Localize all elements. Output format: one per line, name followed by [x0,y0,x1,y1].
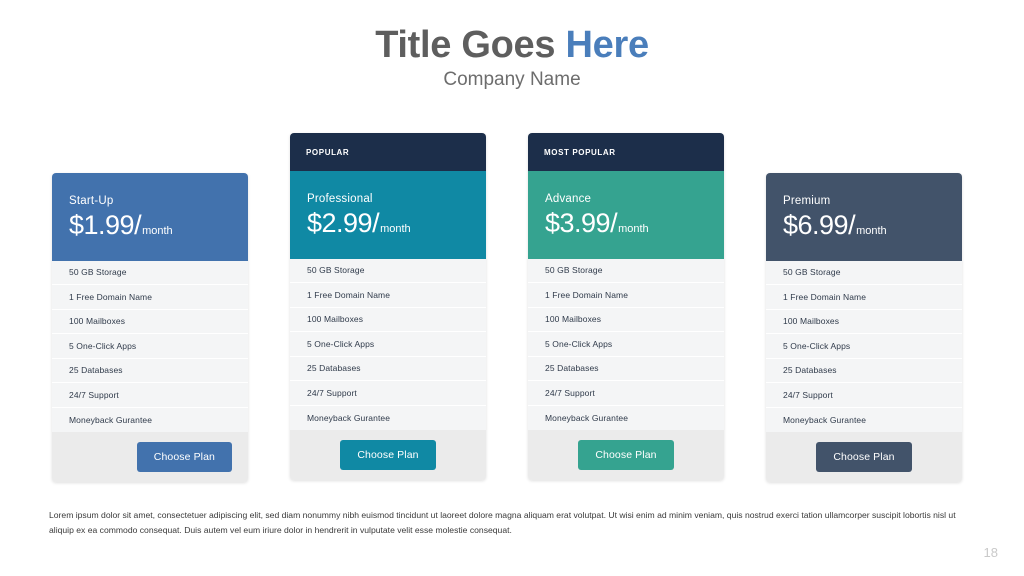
feature-list: 50 GB Storage 1 Free Domain Name 100 Mailb… [528,258,724,431]
choose-plan-button[interactable]: Choose Plan [340,440,436,471]
choose-plan-button[interactable]: Choose Plan [816,442,912,473]
price-amount: $6.99/ [783,210,856,240]
price-amount: $2.99/ [307,208,380,238]
price-amount: $1.99/ [69,210,142,240]
price-line: $6.99/month [783,210,945,241]
feature-item: 5 One-Click Apps [528,332,724,357]
feature-item: Moneyback Gurantee [545,412,629,423]
feature-list: 50 GB Storage 1 Free Domain Name 100 Mailb… [52,260,248,433]
feature-item: 100 Mailboxes [52,310,248,335]
feature-item: 100 Mailboxes [290,308,486,333]
popular-ribbon: MOST POPULAR [528,133,724,171]
feature-item: Moneyback Gurantee [307,412,391,423]
feature-item: 5 One-Click Apps [766,334,962,359]
pricing-card-professional: POPULAR Professional $2.99/month 50 GB Stor… [290,133,486,481]
plan-name: Start-Up [69,195,114,207]
page-title-plain: Title Goes [375,24,566,66]
cta-zone: Choose Plan [290,430,486,481]
price-period: month [142,225,173,237]
page-title: Title Goes Here [0,24,1024,66]
cta-zone: Choose Plan [766,432,962,483]
pricing-card-start-up: Start-Up $1.99/month 50 GB Storage 1 Free D… [52,173,248,483]
footer-paragraph: Lorem ipsum dolor sit amet, consectetuer… [49,510,956,536]
feature-item: 24/7 Support [52,383,248,408]
plan-name: Advance [545,193,592,205]
choose-plan-button[interactable]: Choose Plan [578,440,674,471]
popular-ribbon-label: MOST POPULAR [544,147,616,157]
feature-item: 1 Free Domain Name [528,283,724,308]
feature-item: 24/7 Support [528,381,724,406]
page-subtitle: Company Name [443,68,581,90]
card-header: Advance $3.99/month [528,171,724,259]
feature-item: 1 Free Domain Name [290,283,486,308]
feature-item: 100 Mailboxes [528,308,724,333]
card-header: Start-Up $1.99/month [52,173,248,261]
feature-item: Moneyback Gurantee [69,414,153,425]
feature-item: 5 One-Click Apps [290,332,486,357]
pricing-cards-container: Start-Up $1.99/month 50 GB Storage 1 Free D… [0,133,1024,488]
slide-header: Title Goes Here Company Name [0,0,1024,91]
pricing-card-premium: Premium $6.99/month 50 GB Storage 1 Free Do… [766,173,962,483]
popular-ribbon: POPULAR [290,133,486,171]
popular-ribbon-label: POPULAR [306,147,350,157]
price-period: month [618,223,649,235]
feature-item: 25 Databases [766,359,962,384]
feature-item: 50 GB Storage [528,259,724,284]
feature-item: 24/7 Support [766,383,962,408]
price-line: $1.99/month [69,210,231,241]
choose-plan-button[interactable]: Choose Plan [136,442,232,473]
card-header: Professional $2.99/month [290,171,486,259]
price-amount: $3.99/ [545,208,618,238]
feature-item: 25 Databases [528,357,724,382]
feature-item: 24/7 Support [290,381,486,406]
page-title-accent: Here [565,24,649,66]
feature-item: Moneyback Gurantee [783,414,867,425]
feature-item: 25 Databases [290,357,486,382]
feature-item: 1 Free Domain Name [766,285,962,310]
feature-list: 50 GB Storage 1 Free Domain Name 100 Mailb… [290,258,486,431]
price-period: month [380,223,411,235]
cta-zone: Choose Plan [528,430,724,481]
feature-list: 50 GB Storage 1 Free Domain Name 100 Mailb… [766,260,962,433]
plan-name: Professional [307,193,373,205]
feature-item: 1 Free Domain Name [52,285,248,310]
price-period: month [856,225,887,237]
feature-item: 50 GB Storage [766,261,962,286]
page-number: 18 [983,545,998,560]
price-line: $2.99/month [307,208,469,239]
feature-item: 100 Mailboxes [766,310,962,335]
feature-item: 50 GB Storage [290,259,486,284]
pricing-card-advance: MOST POPULAR Advance $3.99/month 50 GB Stor… [528,133,724,481]
price-line: $3.99/month [545,208,707,239]
feature-item: 5 One-Click Apps [52,334,248,359]
card-header: Premium $6.99/month [766,173,962,261]
cta-zone: Choose Plan [52,432,248,483]
feature-item: 50 GB Storage [52,261,248,286]
feature-item: 25 Databases [52,359,248,384]
plan-name: Premium [783,195,831,207]
